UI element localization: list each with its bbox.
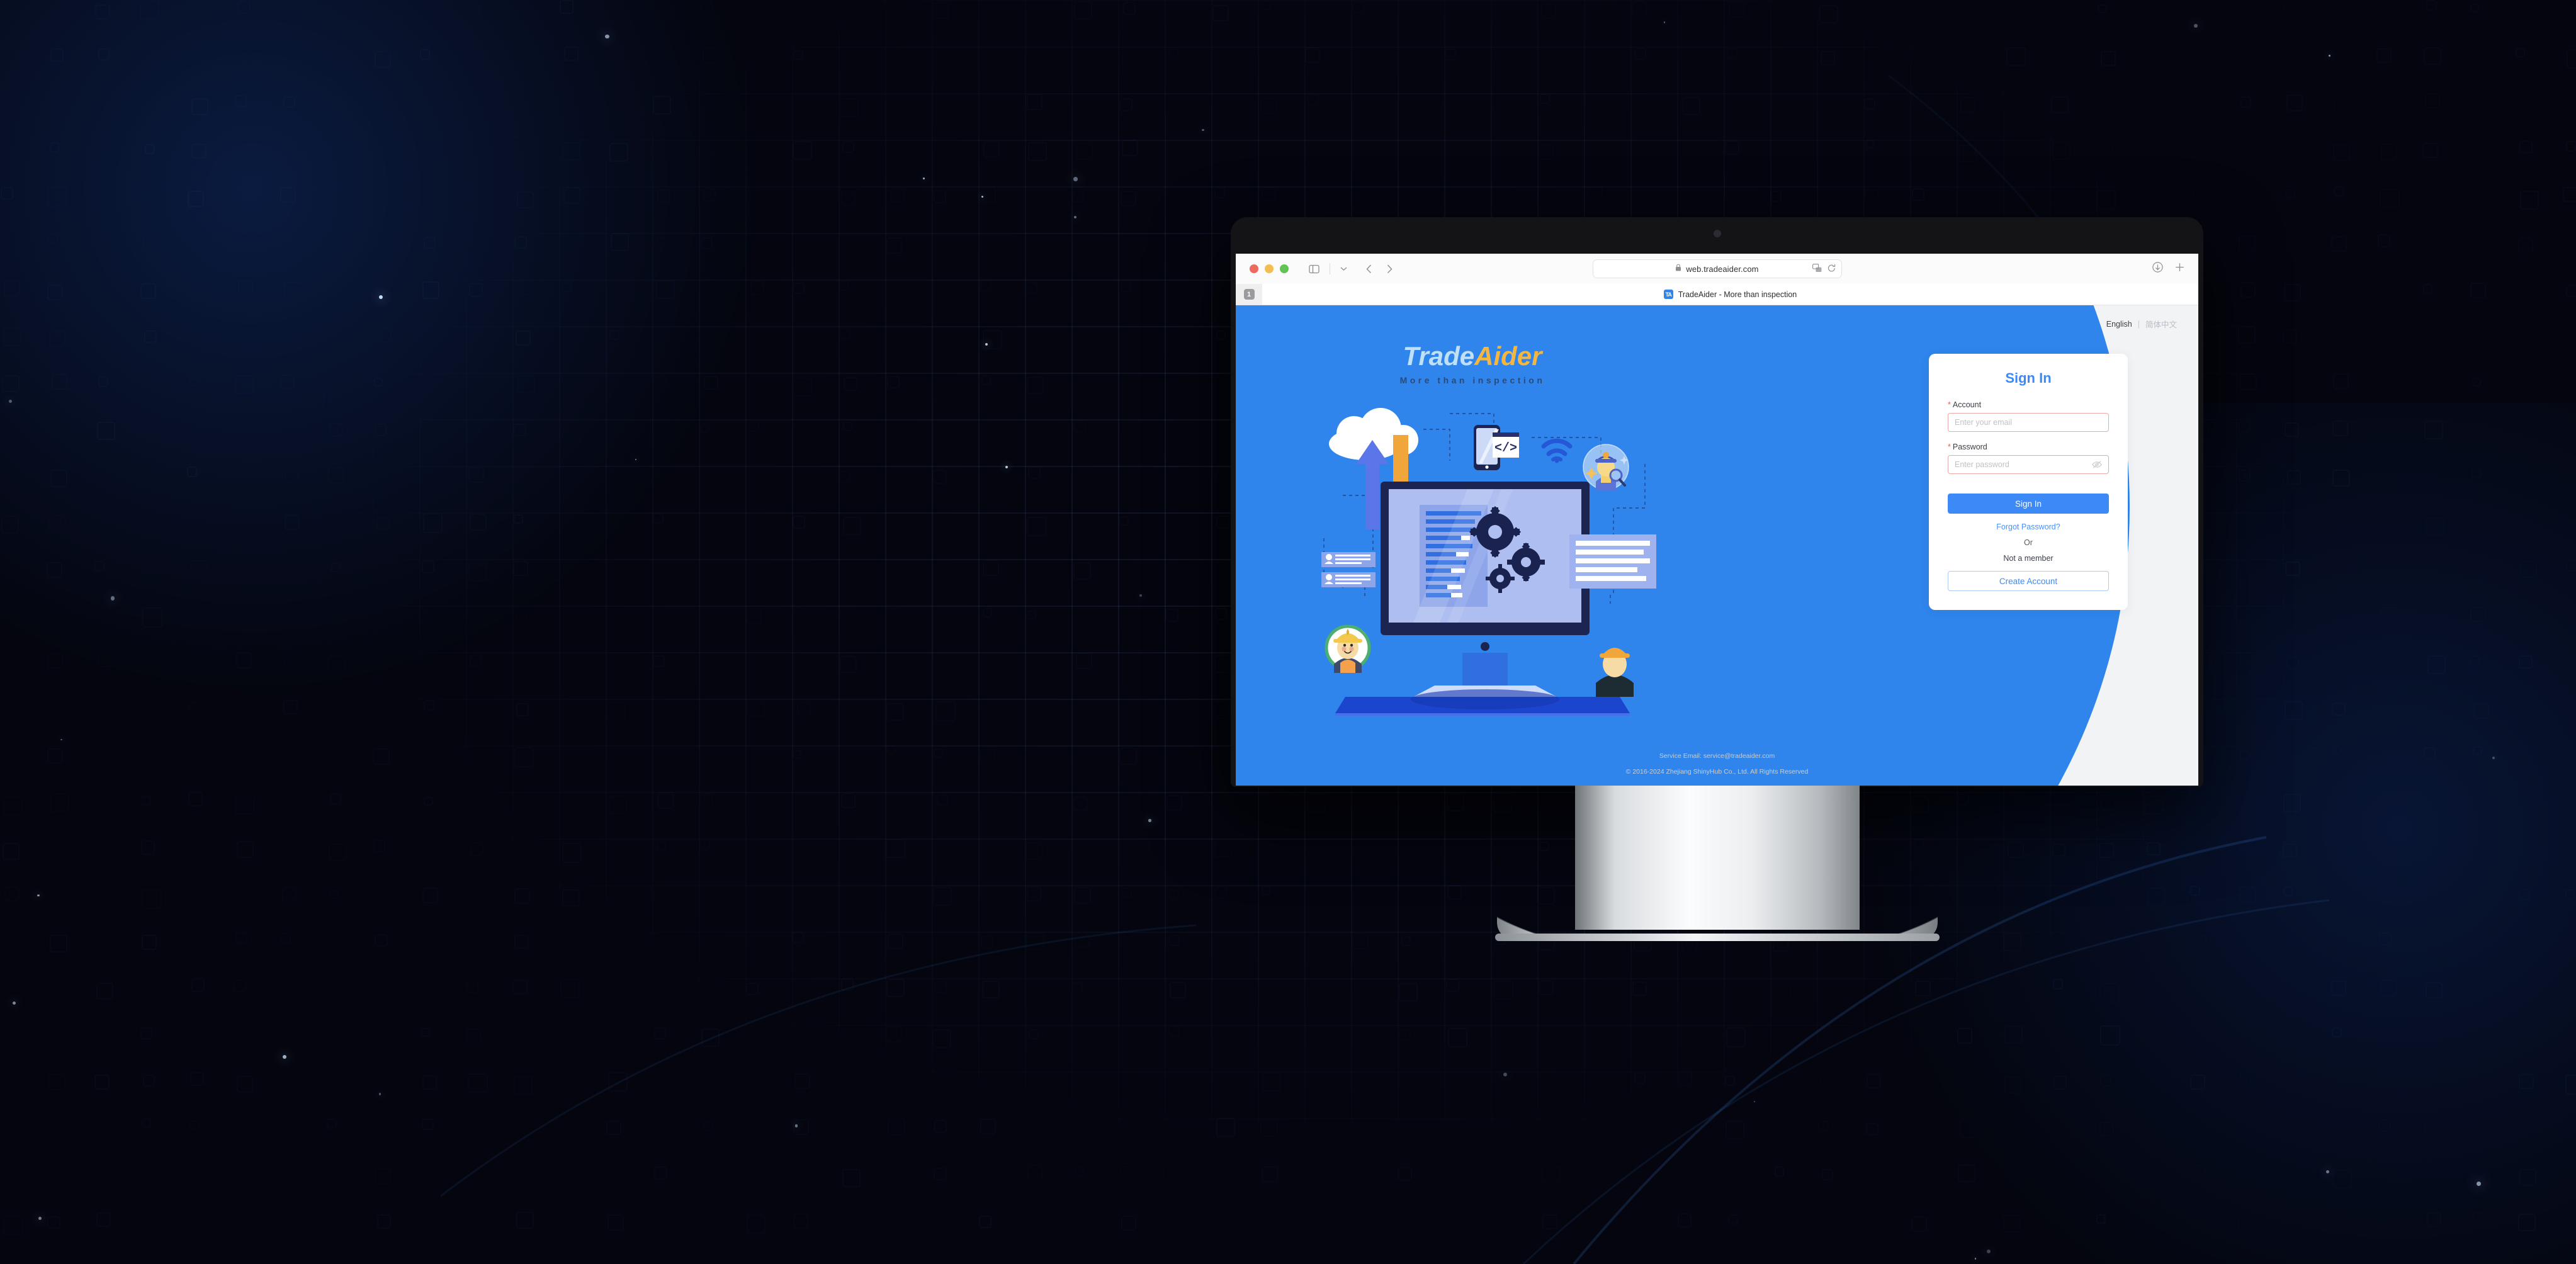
minimize-icon[interactable] (1265, 264, 1274, 273)
create-account-button[interactable]: Create Account (1948, 571, 2109, 591)
address-bar[interactable]: web.tradeaider.com (1593, 259, 1842, 278)
plus-icon[interactable] (2175, 262, 2184, 275)
back-icon[interactable] (1366, 264, 1372, 274)
tab-bar: 1 TA TradeAider - More than inspection (1236, 284, 2198, 305)
worker-avatar-right (1596, 648, 1634, 697)
logo-text-aider: Aider (1474, 341, 1542, 371)
document-card-right (1569, 534, 1656, 589)
download-icon[interactable] (2152, 262, 2163, 276)
brand-logo: TradeAider More than inspection (1359, 343, 1586, 385)
svg-text:</>: </> (1494, 441, 1517, 456)
signin-card: Sign In *Account *Password (1929, 354, 2128, 610)
signin-button[interactable]: Sign In (1948, 494, 2109, 514)
page-footer: Service Email: service@tradeaider.com © … (1236, 752, 2198, 776)
account-label-text: Account (1953, 400, 1981, 409)
service-email-text: Service Email: service@tradeaider.com (1236, 752, 2198, 760)
inspector-avatar (1583, 444, 1629, 490)
not-a-member-text: Not a member (1948, 554, 2109, 563)
chevron-down-icon[interactable] (1340, 266, 1347, 271)
code-window-icon: </> (1493, 432, 1519, 458)
desktop-monitor-illustration (1335, 482, 1630, 716)
worker-avatar-left (1326, 626, 1369, 673)
monitor-stand-base-edge (1495, 934, 1940, 941)
forward-icon[interactable] (1387, 264, 1393, 274)
password-input[interactable] (1955, 460, 2092, 469)
language-switcher[interactable]: English | 简体中文 (2106, 318, 2177, 330)
address-bar-text: web.tradeaider.com (1686, 264, 1758, 274)
lock-icon (1675, 263, 1681, 274)
translate-icon[interactable] (1812, 264, 1822, 276)
favicon-icon: TA (1664, 290, 1673, 299)
required-asterisk: * (1948, 400, 1951, 409)
eye-off-icon[interactable] (2092, 460, 2102, 469)
password-label-text: Password (1953, 443, 1987, 451)
tab-count: 1 (1244, 289, 1255, 300)
page-title: Sign In (1948, 370, 2109, 387)
language-option-english[interactable]: English (2106, 320, 2132, 329)
document-card-left (1321, 552, 1376, 587)
wifi-icon (1544, 441, 1570, 463)
safari-browser-window: web.tradeaider.com 1 TA TradeAider - Mor… (1236, 254, 2198, 786)
forgot-password-link[interactable]: Forgot Password? (1948, 522, 2109, 531)
email-input[interactable] (1955, 418, 2102, 427)
tab-group-badge[interactable]: 1 (1236, 284, 1262, 305)
language-separator: | (2138, 320, 2140, 329)
required-asterisk: * (1948, 443, 1951, 451)
webcam-icon (1714, 230, 1721, 237)
logo-wordmark: TradeAider (1359, 343, 1586, 370)
logo-tagline: More than inspection (1359, 375, 1586, 385)
browser-tab-active[interactable]: TA TradeAider - More than inspection (1262, 284, 2198, 305)
reload-icon[interactable] (1827, 264, 1836, 276)
browser-toolbar: web.tradeaider.com (1236, 254, 2198, 284)
inspection-platform-illustration: </> (1305, 401, 1695, 716)
logo-text-trade: Trade (1403, 341, 1475, 371)
close-icon[interactable] (1250, 264, 1258, 273)
account-field-label: * Account (1948, 400, 2109, 409)
copyright-text: © 2016-2024 Zhejiang ShinyHub Co., Ltd. … (1236, 768, 2198, 776)
login-page: English | 简体中文 TradeAider More than insp… (1236, 305, 2198, 786)
sidebar-icon[interactable] (1309, 264, 1319, 274)
password-field-label: * Password (1948, 443, 2109, 451)
account-field[interactable] (1948, 413, 2109, 432)
or-divider-text: Or (1948, 538, 2109, 547)
tab-title: TradeAider - More than inspection (1678, 290, 1797, 299)
password-field[interactable] (1948, 455, 2109, 474)
language-option-chinese[interactable]: 简体中文 (2145, 318, 2177, 330)
window-controls[interactable] (1250, 264, 1289, 273)
maximize-icon[interactable] (1280, 264, 1289, 273)
